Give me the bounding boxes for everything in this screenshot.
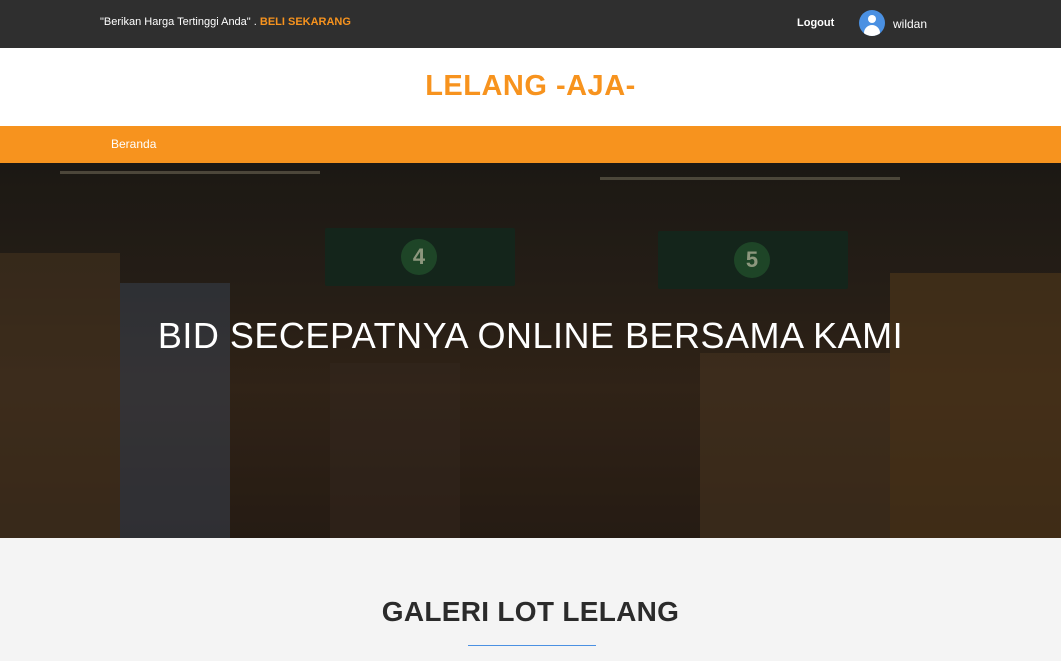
user-avatar-icon[interactable] [859,10,885,36]
brand-header: LELANG -AJA- [0,48,1061,126]
avatar-body-shape [864,25,880,36]
tagline: "Berikan Harga Tertinggi Anda" . BELI SE… [100,16,351,28]
logout-link[interactable]: Logout [797,17,834,29]
nav-item-beranda[interactable]: Beranda [111,137,156,151]
gallery-title: GALERI LOT LELANG [381,596,680,627]
username[interactable]: wildan [893,17,927,31]
tagline-quote: "Berikan Harga Tertinggi Anda" [100,16,251,28]
avatar-head-shape [868,15,876,23]
top-bar: "Berikan Harga Tertinggi Anda" . BELI SE… [0,0,1061,48]
hero-banner: 4 5 BID SECEPATNYA ONLINE BERSAMA KAMI [0,163,1061,538]
main-navigation: Beranda [0,126,1061,163]
tagline-separator: . [250,16,260,28]
site-title[interactable]: LELANG -AJA- [0,70,1061,103]
buy-now-link[interactable]: BELI SEKARANG [260,16,351,28]
gallery-title-underline [468,645,596,646]
hero-title: BID SECEPATNYA ONLINE BERSAMA KAMI [157,315,904,356]
